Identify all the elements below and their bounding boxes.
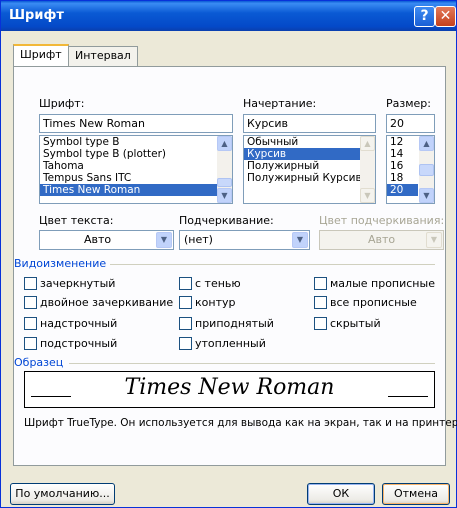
text-color-value: Авто [84,233,112,246]
hidden-label[interactable]: скрытый [330,317,381,330]
outline-label[interactable]: контур [195,296,235,309]
double-strikethrough-checkbox[interactable] [24,296,37,309]
underline-color-label: Цвет подчеркивания: [319,214,445,227]
list-item-selected[interactable]: Курсив [244,148,360,160]
tab-font[interactable]: Шрифт [13,44,69,66]
scroll-up-icon[interactable]: ▲ [217,136,232,151]
text-color-label: Цвет текста: [39,214,114,227]
title-bar[interactable]: Шрифт ? ✕ [1,1,456,31]
hidden-checkbox[interactable] [314,317,327,330]
effects-title: Видоизменение [14,257,111,270]
window-title: Шрифт [9,8,64,23]
scroll-up-icon: ▲ [360,136,375,151]
list-item[interactable]: Полужирный [244,160,375,172]
small-caps-checkbox[interactable] [314,277,327,290]
list-item[interactable]: Symbol type B [40,136,232,148]
outline-checkbox[interactable] [179,296,192,309]
chevron-down-icon[interactable]: ▼ [156,232,172,248]
sample-title: Образец [14,356,68,369]
sample-text: Times New Roman [124,375,335,400]
superscript-label[interactable]: надстрочный [40,317,117,330]
font-dialog: Шрифт ? ✕ Шрифт Интервал Шрифт: Times Ne… [0,0,457,508]
sample-divider [69,363,435,364]
subscript-label[interactable]: подстрочный [40,337,117,350]
size-listbox[interactable]: 12 14 16 18 20 ▲ ▼ [386,135,435,204]
style-scrollbar: ▲ ▼ [360,136,375,203]
font-scrollbar[interactable]: ▲ ▼ [217,136,232,203]
subscript-checkbox[interactable] [24,337,37,350]
default-button[interactable]: По умолчанию... [10,483,115,505]
shadow-checkbox[interactable] [179,277,192,290]
engrave-label[interactable]: утопленный [195,337,266,350]
size-input[interactable]: 20 [386,114,435,133]
size-scrollbar[interactable]: ▲ ▼ [419,136,434,203]
list-item[interactable]: Полужирный Курсив [244,172,375,184]
scroll-thumb[interactable] [217,178,232,187]
list-item-selected[interactable]: 20 [387,184,418,196]
text-color-select[interactable]: Авто ▼ [39,230,174,250]
small-caps-label[interactable]: малые прописные [330,277,435,290]
underline-color-select: Авто ▼ [319,230,444,250]
list-item[interactable]: Tempus Sans ITC [40,172,232,184]
shadow-label[interactable]: с тенью [195,277,241,290]
emboss-checkbox[interactable] [179,317,192,330]
help-icon[interactable]: ? [414,6,435,27]
font-input[interactable]: Times New Roman [39,114,233,133]
style-input[interactable]: Курсив [243,114,376,133]
tab-panel: Шрифт: Times New Roman Symbol type B Sym… [13,66,457,466]
emboss-label[interactable]: приподнятый [195,317,274,330]
effects-divider [109,264,435,265]
scroll-down-icon[interactable]: ▼ [419,188,434,203]
close-icon[interactable]: ✕ [435,6,456,27]
list-item[interactable]: Tahoma [40,160,232,172]
scroll-up-icon[interactable]: ▲ [419,136,434,151]
size-label: Размер: [386,97,431,110]
list-item-selected[interactable]: Times New Roman [40,184,232,196]
font-label: Шрифт: [39,97,85,110]
style-label: Начертание: [243,97,317,110]
underline-value: (нет) [184,233,213,246]
preview-baseline-right [388,396,428,397]
superscript-checkbox[interactable] [24,317,37,330]
scroll-down-icon[interactable]: ▼ [217,188,232,203]
font-listbox[interactable]: Symbol type B Symbol type B (plotter) Ta… [39,135,233,204]
cancel-button[interactable]: Отмена [382,483,450,505]
scroll-down-icon: ▼ [360,188,375,203]
sample-note: Шрифт TrueType. Он используется для выво… [24,417,457,429]
scroll-thumb[interactable] [419,164,434,176]
engrave-checkbox[interactable] [179,337,192,350]
underline-label: Подчеркивание: [179,214,274,227]
list-item[interactable]: Обычный [244,136,375,148]
strikethrough-label[interactable]: зачеркнутый [40,277,115,290]
chevron-down-icon[interactable]: ▼ [292,232,308,248]
underline-color-value: Авто [368,233,396,246]
sample-preview: Times New Roman [24,371,435,408]
strikethrough-checkbox[interactable] [24,277,37,290]
all-caps-checkbox[interactable] [314,296,327,309]
tab-spacing[interactable]: Интервал [68,46,138,66]
style-listbox[interactable]: Обычный Курсив Полужирный Полужирный Кур… [243,135,376,204]
underline-select[interactable]: (нет) ▼ [179,230,310,250]
ok-button[interactable]: ОК [307,483,375,505]
chevron-down-icon: ▼ [426,232,442,248]
double-strikethrough-label[interactable]: двойное зачеркивание [40,296,173,309]
all-caps-label[interactable]: все прописные [330,296,417,309]
list-item[interactable]: Symbol type B (plotter) [40,148,232,160]
